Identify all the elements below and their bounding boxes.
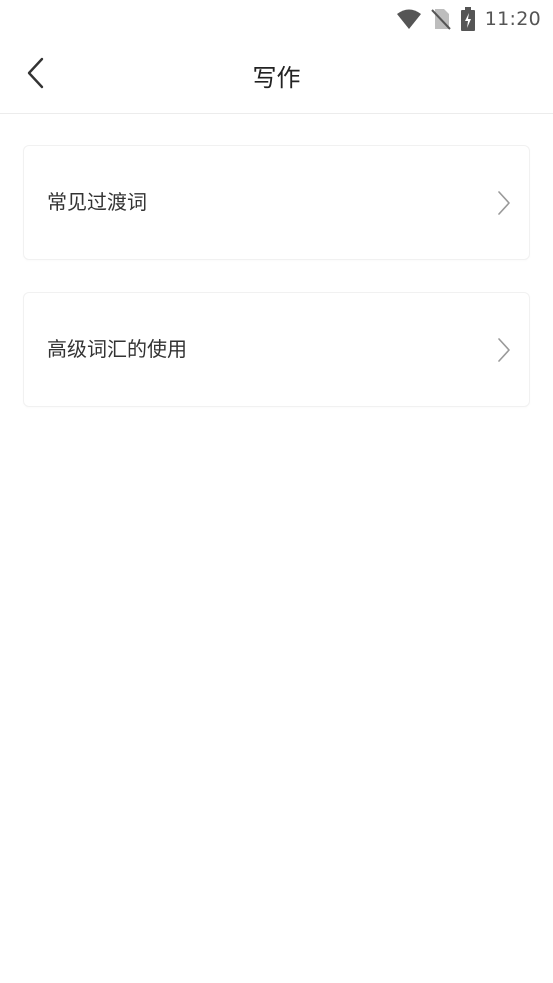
chevron-right-icon [497,337,511,363]
wifi-icon [396,8,422,30]
status-icons: 11:20 [396,7,541,31]
nav-bar: 写作 [0,38,553,114]
chevron-right-icon [497,190,511,216]
page-title: 写作 [252,64,301,92]
card-common-transition-words[interactable]: 常见过渡词 [23,145,530,260]
status-bar: 11:20 [0,0,553,38]
card-label: 高级词汇的使用 [47,337,187,361]
card-advanced-vocabulary[interactable]: 高级词汇的使用 [23,292,530,407]
status-time: 11:20 [484,8,541,30]
card-label: 常见过渡词 [47,190,147,214]
card-list: 常见过渡词 高级词汇的使用 [23,145,530,439]
battery-charging-icon [460,7,476,31]
no-sim-icon [431,8,451,30]
